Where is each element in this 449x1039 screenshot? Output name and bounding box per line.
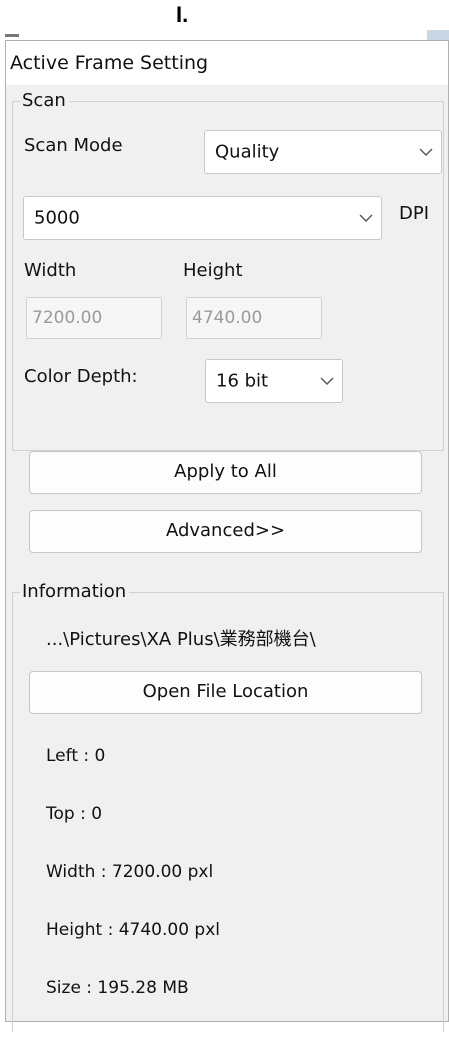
scan-mode-value: Quality [215, 141, 280, 163]
dpi-value: 5000 [34, 207, 80, 229]
color-depth-label: Color Depth: [24, 366, 138, 387]
panel-title: Active Frame Setting [6, 41, 448, 85]
chevron-down-icon [359, 214, 373, 222]
height-field: 4740.00 [186, 297, 322, 339]
open-file-location-button[interactable]: Open File Location [29, 671, 422, 714]
apply-to-all-button[interactable]: Apply to All [29, 451, 422, 494]
info-size: Size : 195.28 MB [46, 978, 189, 998]
advanced-button[interactable]: Advanced>> [29, 510, 422, 553]
color-depth-select[interactable]: 16 bit [205, 359, 343, 403]
width-field: 7200.00 [26, 297, 162, 339]
dpi-label: DPI [399, 203, 430, 224]
file-path: ...\Pictures\XA Plus\業務部機台\ [46, 629, 316, 650]
info-width: Width : 7200.00 pxl [46, 862, 214, 882]
info-height: Height : 4740.00 pxl [46, 920, 221, 940]
chevron-down-icon [320, 377, 334, 385]
scan-group-label: Scan [20, 90, 69, 111]
width-label: Width [24, 260, 77, 281]
scan-mode-label: Scan Mode [24, 135, 123, 156]
info-top: Top : 0 [46, 804, 103, 824]
chevron-down-icon [419, 148, 433, 156]
background-bar [5, 34, 19, 37]
dpi-select[interactable]: 5000 [23, 196, 382, 240]
info-left: Left : 0 [46, 746, 106, 766]
color-depth-value: 16 bit [216, 370, 269, 392]
scan-mode-select[interactable]: Quality [204, 130, 442, 174]
active-frame-setting-panel: Active Frame Setting Scan Scan Mode Qual… [5, 40, 449, 1032]
top-mark: I. [176, 2, 189, 27]
height-label: Height [183, 260, 243, 281]
information-group-label: Information [20, 581, 130, 602]
